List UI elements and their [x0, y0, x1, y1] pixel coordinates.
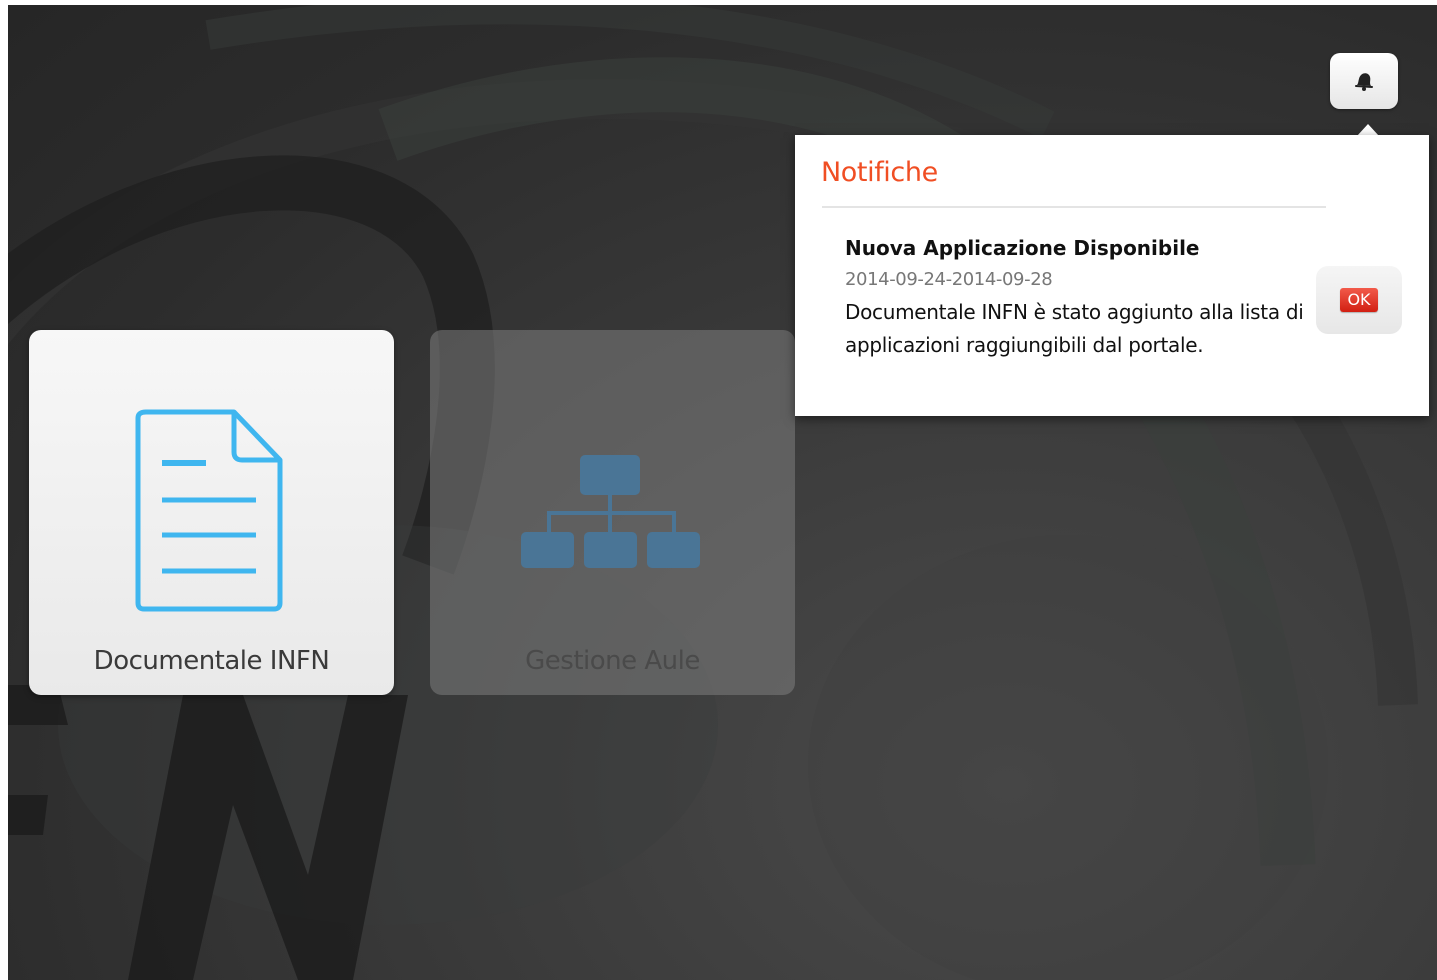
app-tile-gestione-aule[interactable]: Gestione Aule [430, 330, 795, 695]
notifications-panel: Notifiche Nuova Applicazione Disponibile… [795, 135, 1429, 416]
notification-date: 2014-09-24-2014-09-28 [845, 269, 1053, 290]
app-tile-label: Documentale INFN [93, 646, 330, 676]
divider [822, 206, 1326, 208]
bell-icon [1355, 73, 1373, 91]
notification-item: Nuova Applicazione Disponibile 2014-09-2… [845, 235, 1305, 362]
frame-edge [0, 0, 8, 980]
notification-ok-button[interactable]: OK [1340, 288, 1378, 312]
notifications-panel-title: Notifiche [821, 157, 938, 188]
notification-text: Documentale INFN è stato aggiunto alla l… [845, 300, 1304, 357]
document-icon [135, 409, 283, 612]
ok-button-wrapper: OK [1316, 266, 1402, 334]
notifications-bell-button[interactable] [1330, 53, 1398, 109]
app-tile-label: Gestione Aule [525, 646, 700, 676]
sitemap-icon [521, 455, 700, 568]
app-tile-documentale-infn[interactable]: Documentale INFN [29, 330, 394, 695]
notification-title: Nuova Applicazione Disponibile [845, 236, 1200, 260]
